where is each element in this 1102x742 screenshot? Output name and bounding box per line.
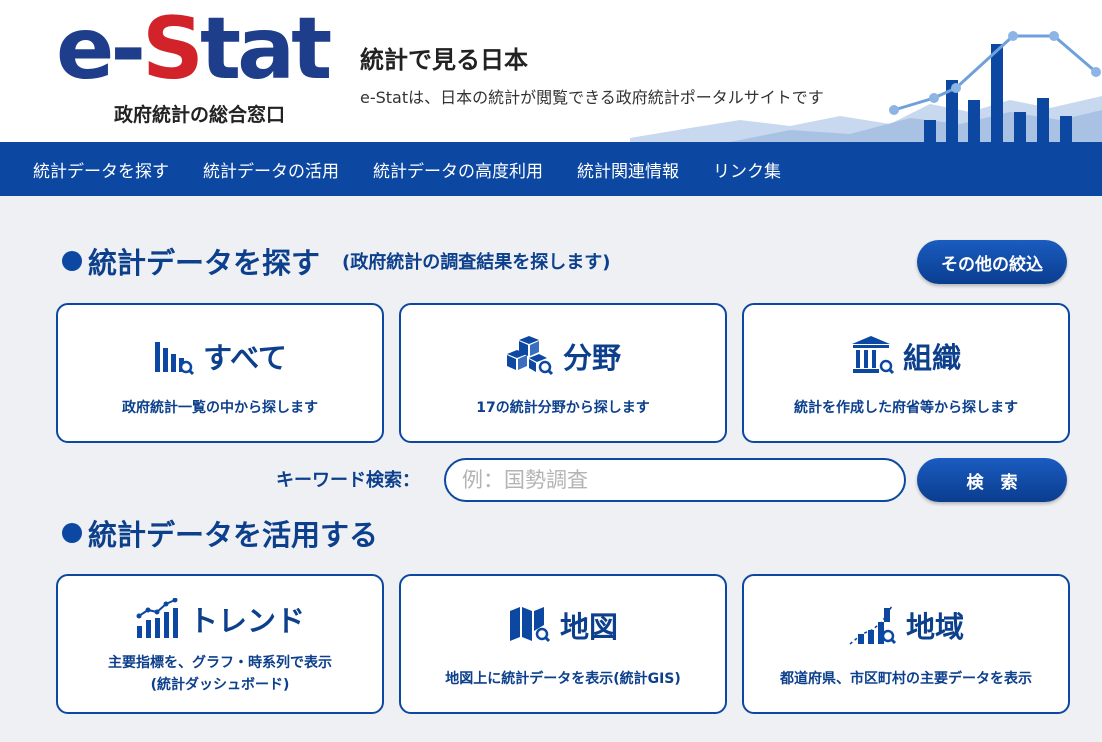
card-organization[interactable]: 組織 統計を作成した府省等から探します [742, 303, 1070, 443]
card-field-desc: 17の統計分野から探します [476, 400, 650, 416]
card-all-title: すべて [203, 341, 287, 375]
region-chart-icon [849, 605, 897, 645]
search-section-title: 統計データを探す (政府統計の調査結果を探します) [62, 240, 610, 282]
header-chart-illustration [630, 31, 1102, 142]
logo-wordmark: e-Stat [56, 0, 332, 99]
trend-chart-icon [136, 598, 178, 638]
keyword-search-input[interactable] [444, 458, 906, 502]
keyword-search-label: キーワード検索： [276, 470, 420, 491]
card-trend-title: トレンド [188, 604, 305, 638]
building-search-icon [851, 336, 895, 375]
logo-subtitle: 政府統計の総合窓口 [114, 104, 286, 126]
other-filter-button[interactable]: その他の絞込 [917, 240, 1067, 284]
use-section-title: 統計データを活用する [62, 512, 378, 554]
card-trend-desc: 主要指標を、グラフ・時系列で表示 (統計ダッシュボード) [58, 652, 382, 696]
global-nav: 統計データを探す 統計データの活用 統計データの高度利用 統計関連情報 リンク集 [0, 142, 1102, 196]
card-field-title: 分野 [562, 341, 621, 375]
card-trend-desc-line2: (統計ダッシュボード) [150, 677, 290, 693]
card-all[interactable]: すべて 政府統計一覧の中から探します [56, 303, 384, 443]
card-organization-title: 組織 [902, 341, 961, 375]
card-map-title: 地図 [559, 610, 618, 644]
boxes-search-icon [506, 336, 554, 376]
nav-item-advanced-use[interactable]: 統計データの高度利用 [356, 157, 560, 182]
use-section-heading: 統計データを活用する [88, 518, 379, 552]
card-region[interactable]: 地域 都道府県、市区町村の主要データを表示 [742, 574, 1070, 714]
bullet-icon [62, 251, 82, 271]
nav-item-use-data[interactable]: 統計データの活用 [186, 157, 356, 182]
site-header: e-Stat 政府統計の総合窓口 統計で見る日本 e-Statは、日本の統計が閲… [0, 0, 1102, 142]
card-map[interactable]: 地図 地図上に統計データを表示(統計GIS) [399, 574, 727, 714]
search-section-heading: 統計データを探す [88, 246, 321, 280]
card-trend[interactable]: トレンド 主要指標を、グラフ・時系列で表示 (統計ダッシュボード) [56, 574, 384, 714]
estat-logo[interactable]: e-Stat 政府統計の総合窓口 [56, 6, 332, 129]
card-map-desc: 地図上に統計データを表示(統計GIS) [445, 671, 681, 687]
card-field[interactable]: 分野 17の統計分野から探します [399, 303, 727, 443]
search-section-subtitle: (政府統計の調査結果を探します) [342, 252, 611, 273]
map-search-icon [509, 607, 551, 643]
nav-item-links[interactable]: リンク集 [696, 157, 798, 182]
nav-item-search-data[interactable]: 統計データを探す [16, 157, 186, 182]
bar-chart-search-icon [155, 342, 195, 376]
nav-item-related-info[interactable]: 統計関連情報 [560, 157, 696, 182]
search-button[interactable]: 検 索 [917, 458, 1067, 502]
card-region-desc: 都道府県、市区町村の主要データを表示 [780, 671, 1032, 687]
bullet-icon [62, 523, 82, 543]
card-trend-desc-line1: 主要指標を、グラフ・時系列で表示 [108, 655, 332, 671]
card-region-title: 地域 [905, 610, 964, 644]
card-all-desc: 政府統計一覧の中から探します [122, 400, 318, 416]
site-tagline: 統計で見る日本 [360, 46, 528, 74]
card-organization-desc: 統計を作成した府省等から探します [794, 400, 1018, 416]
